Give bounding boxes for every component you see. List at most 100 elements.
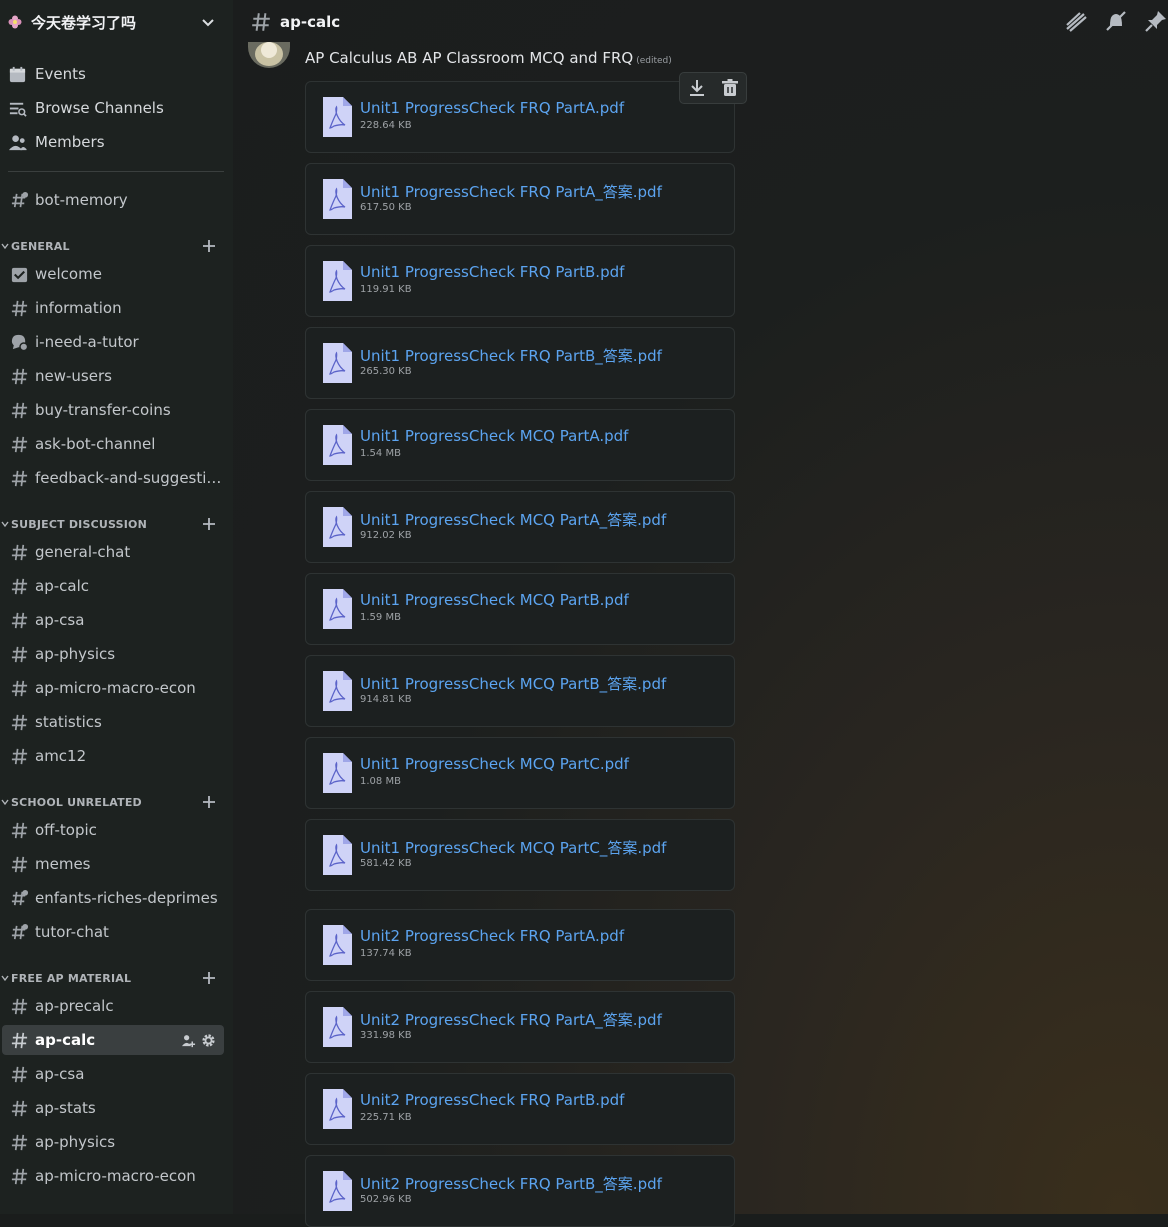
add-channel-icon[interactable] [202,517,216,531]
file-attachment[interactable]: Unit2 ProgressCheck FRQ PartA_答案.pdf 331.… [305,991,735,1063]
channel-header: ap-calc [233,0,1168,44]
file-attachment[interactable]: Unit2 ProgressCheck FRQ PartB_答案.pdf 502.… [305,1155,735,1227]
file-name-link[interactable]: Unit1 ProgressCheck MCQ PartA_答案.pdf [360,509,666,530]
channel-buy-transfer-coins[interactable]: buy-transfer-coins [2,395,224,425]
file-attachment[interactable]: Unit1 ProgressCheck MCQ PartC.pdf 1.08 MB [305,737,735,809]
channel-feedback-and-suggestions[interactable]: feedback-and-suggestio... [2,463,224,493]
chevron-down-icon [1,243,9,250]
members-icon [8,134,27,150]
channel-ap-csa-free[interactable]: ap-csa [2,1059,224,1089]
nav-members[interactable]: Members [8,127,105,157]
file-attachment[interactable]: Unit2 ProgressCheck FRQ PartB.pdf 225.71 … [305,1073,735,1145]
browse-channels-icon [9,102,27,117]
nav-browse-channels[interactable]: Browse Channels [8,93,164,123]
chevron-down-icon[interactable] [201,15,215,29]
channel-bot-memory[interactable]: bot-memory [2,185,224,215]
pdf-file-icon [323,671,352,711]
file-name-link[interactable]: Unit1 ProgressCheck MCQ PartB_答案.pdf [360,673,666,694]
file-name-link[interactable]: Unit1 ProgressCheck FRQ PartA_答案.pdf [360,181,662,202]
category-free-ap-material[interactable]: FREE AP MATERIAL [0,967,233,989]
file-name-link[interactable]: Unit1 ProgressCheck MCQ PartC_答案.pdf [360,837,666,858]
file-name-link[interactable]: Unit2 ProgressCheck FRQ PartB_答案.pdf [360,1173,662,1194]
download-icon[interactable] [687,78,707,98]
hash-icon [11,1100,28,1116]
channel-ap-calc[interactable]: ap-calc [2,571,224,601]
channel-information[interactable]: information [2,293,224,323]
channel-amc12[interactable]: amc12 [2,741,224,771]
attachment-actions [679,72,747,104]
file-attachment[interactable]: Unit1 ProgressCheck FRQ PartB.pdf 119.91 … [305,245,735,317]
invite-people-icon[interactable] [181,1033,196,1048]
file-attachment[interactable]: Unit1 ProgressCheck FRQ PartA.pdf 228.64 … [305,81,735,153]
file-name-link[interactable]: Unit2 ProgressCheck FRQ PartA.pdf [360,927,624,945]
file-attachment[interactable]: Unit2 ProgressCheck FRQ PartA.pdf 137.74 … [305,909,735,981]
avatar[interactable] [248,42,290,68]
channel-i-need-a-tutor[interactable]: i-need-a-tutor [2,327,224,357]
hash-thread-icon [11,191,29,207]
channel-tutor-chat[interactable]: tutor-chat [2,917,224,947]
channel-ap-precalc[interactable]: ap-precalc [2,991,224,1021]
file-attachment[interactable]: Unit1 ProgressCheck MCQ PartB.pdf 1.59 MB [305,573,735,645]
pdf-file-icon [323,425,352,465]
pdf-file-icon [323,1171,352,1211]
file-name-link[interactable]: Unit1 ProgressCheck FRQ PartB.pdf [360,263,624,281]
channel-ap-physics-free[interactable]: ap-physics [2,1127,224,1157]
pdf-file-icon [323,1007,352,1047]
file-name-link[interactable]: Unit1 ProgressCheck FRQ PartB_答案.pdf [360,345,662,366]
category-school-unrelated[interactable]: SCHOOL UNRELATED [0,791,233,813]
pdf-file-icon [323,925,352,965]
notification-bell-muted-icon[interactable] [1104,9,1128,33]
file-name-link[interactable]: Unit2 ProgressCheck FRQ PartA_答案.pdf [360,1009,662,1030]
pdf-file-icon [323,589,352,629]
file-attachment[interactable]: Unit1 ProgressCheck MCQ PartA.pdf 1.54 MB [305,409,735,481]
category-general[interactable]: GENERAL [0,235,233,257]
edited-tag: (edited) [636,56,672,66]
channel-general-chat[interactable]: general-chat [2,537,224,567]
channel-ask-bot-channel[interactable]: ask-bot-channel [2,429,224,459]
channel-ap-micro-macro-econ[interactable]: ap-micro-macro-econ [2,673,224,703]
server-header[interactable]: 今天卷学习了吗 [0,0,233,44]
channel-ap-stats[interactable]: ap-stats [2,1093,224,1123]
threads-icon[interactable] [1064,9,1088,33]
channel-new-users[interactable]: new-users [2,361,224,391]
nav-events[interactable]: Events [8,59,86,89]
channel-sidebar: 今天卷学习了吗 Events Browse Channels Members b… [0,0,233,1214]
file-size: 228.64 KB [360,120,412,131]
trash-icon[interactable] [720,78,740,98]
add-channel-icon[interactable] [202,239,216,253]
file-size: 225.71 KB [360,1112,412,1123]
channel-ap-calc-active[interactable]: ap-calc [2,1025,224,1055]
channel-statistics[interactable]: statistics [2,707,224,737]
pin-icon[interactable] [1144,9,1168,33]
server-name: 今天卷学习了吗 [31,13,137,32]
channel-memes[interactable]: memes [2,849,224,879]
file-name-link[interactable]: Unit1 ProgressCheck MCQ PartC.pdf [360,755,629,773]
file-attachment[interactable]: Unit1 ProgressCheck MCQ PartB_答案.pdf 914.… [305,655,735,727]
file-name-link[interactable]: Unit1 ProgressCheck FRQ PartA.pdf [360,99,624,117]
channel-welcome[interactable]: welcome [2,259,224,289]
forum-icon [11,334,29,351]
file-name-link[interactable]: Unit1 ProgressCheck MCQ PartB.pdf [360,591,629,609]
file-name-link[interactable]: Unit1 ProgressCheck MCQ PartA.pdf [360,427,628,445]
hash-icon [11,748,28,764]
hash-icon [11,1134,28,1150]
hash-icon [11,544,28,560]
file-attachment[interactable]: Unit1 ProgressCheck MCQ PartC_答案.pdf 581.… [305,819,735,891]
file-size: 914.81 KB [360,694,412,705]
file-attachment[interactable]: Unit1 ProgressCheck MCQ PartA_答案.pdf 912.… [305,491,735,563]
file-attachment[interactable]: Unit1 ProgressCheck FRQ PartB_答案.pdf 265.… [305,327,735,399]
add-channel-icon[interactable] [202,795,216,809]
category-subject-discussion[interactable]: SUBJECT DISCUSSION [0,513,233,535]
gear-icon[interactable] [201,1033,216,1048]
file-size: 1.08 MB [360,776,401,787]
channel-enfants-riches-deprimes[interactable]: enfants-riches-deprimes [2,883,224,913]
channel-ap-physics[interactable]: ap-physics [2,639,224,669]
add-channel-icon[interactable] [202,971,216,985]
hash-icon [11,1066,28,1082]
channel-ap-micro-macro-econ-free[interactable]: ap-micro-macro-econ [2,1161,224,1191]
channel-ap-csa[interactable]: ap-csa [2,605,224,635]
hash-thread-icon [11,889,29,905]
channel-off-topic[interactable]: off-topic [2,815,224,845]
file-attachment[interactable]: Unit1 ProgressCheck FRQ PartA_答案.pdf 617.… [305,163,735,235]
file-name-link[interactable]: Unit2 ProgressCheck FRQ PartB.pdf [360,1091,624,1109]
